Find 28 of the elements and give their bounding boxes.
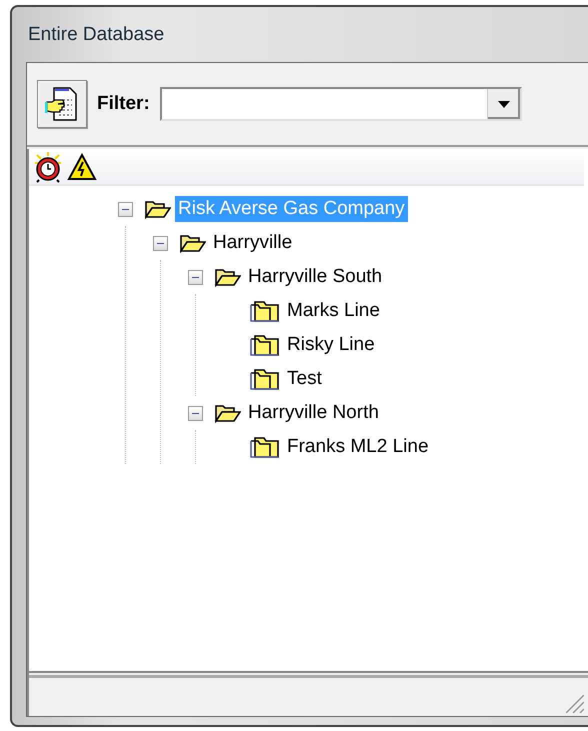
tree-item[interactable]: Marks Line (284, 298, 383, 324)
dropdown-arrow-icon (498, 100, 510, 108)
folder-icon (215, 403, 241, 423)
tree-item[interactable]: Harryville South (245, 264, 386, 290)
collapse-toggle[interactable] (188, 406, 203, 420)
tree-item[interactable]: Harryville North (245, 400, 382, 426)
warning-icon (67, 152, 97, 180)
tree-item[interactable]: Franks ML2 Line (284, 434, 432, 460)
filter-dropdown[interactable] (160, 87, 522, 121)
folder-icon (250, 299, 280, 323)
folder-icon (180, 233, 206, 253)
document-hand-icon (45, 86, 79, 122)
report-button[interactable] (37, 80, 87, 128)
tree-item[interactable]: Risky Line (284, 332, 378, 358)
collapse-toggle[interactable] (188, 270, 203, 284)
tree-item[interactable]: Harryville (210, 230, 296, 256)
folder-icon (215, 267, 241, 287)
window-title: Entire Database (27, 22, 166, 46)
folder-icon (250, 333, 280, 357)
folder-icon (145, 199, 171, 219)
tree-item[interactable]: Test (284, 366, 325, 392)
collapse-toggle[interactable] (153, 236, 168, 250)
filter-label: Filter: (97, 93, 150, 115)
resize-grip-icon (566, 695, 584, 713)
folder-icon (250, 435, 280, 459)
folder-icon (250, 367, 280, 391)
alarm-clock-icon (33, 150, 63, 182)
collapse-toggle[interactable] (118, 202, 133, 216)
